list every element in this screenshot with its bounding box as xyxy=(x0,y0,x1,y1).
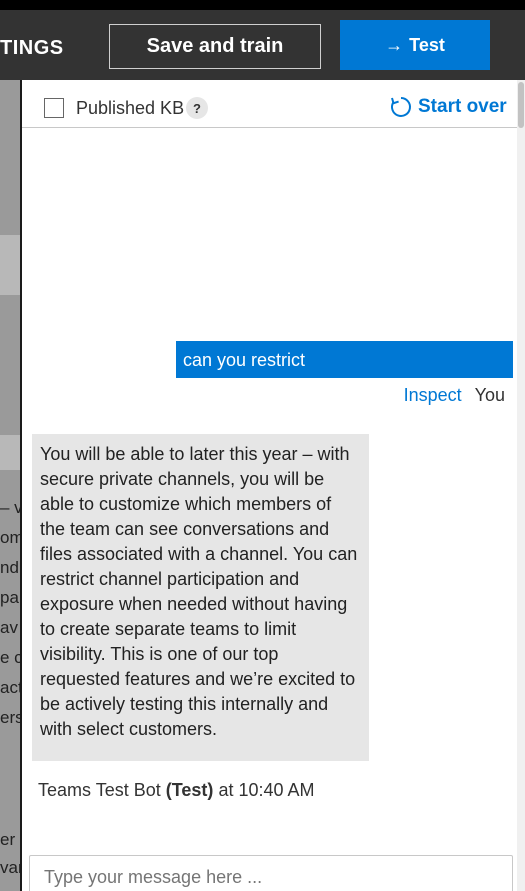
background-text: act xyxy=(0,678,22,697)
test-panel: Published KB ? Start over can you restri… xyxy=(20,80,525,891)
background-text: – v xyxy=(0,498,22,517)
published-kb-checkbox[interactable] xyxy=(44,98,64,118)
help-icon[interactable]: ? xyxy=(186,97,208,119)
tab-settings[interactable]: TINGS xyxy=(0,37,64,60)
user-name: You xyxy=(474,385,505,405)
test-panel-header: Published KB ? Start over xyxy=(22,80,525,128)
bot-tag: (Test) xyxy=(165,780,214,800)
background-band xyxy=(0,435,22,470)
background-text: nd xyxy=(0,558,19,577)
bot-message-meta: Teams Test Bot (Test) at 10:40 AM xyxy=(38,780,315,801)
background-text: av xyxy=(0,618,18,637)
background-text: e c xyxy=(0,648,22,667)
user-message-meta: Inspect You xyxy=(404,385,505,406)
inspect-link[interactable]: Inspect xyxy=(404,385,462,406)
background-text: er xyxy=(0,830,16,849)
save-and-train-button[interactable]: Save and train xyxy=(109,24,321,69)
published-kb-label: Published KB xyxy=(76,98,185,118)
start-over-label: Start over xyxy=(418,96,507,117)
test-button[interactable]: → Test xyxy=(340,20,490,70)
bot-name: Teams Test Bot xyxy=(38,780,161,800)
background-text: ers xyxy=(0,708,22,727)
background-text: om xyxy=(0,528,22,547)
start-over-button[interactable]: Start over xyxy=(390,96,507,118)
background-text: var xyxy=(0,858,22,877)
message-input[interactable] xyxy=(29,855,513,891)
user-message: can you restrict xyxy=(176,341,513,378)
scrollbar[interactable] xyxy=(517,80,525,891)
bot-time: at 10:40 AM xyxy=(218,780,315,800)
top-header: TINGS Save and train → Test xyxy=(0,0,525,80)
background-band xyxy=(0,235,22,295)
scrollbar-thumb[interactable] xyxy=(518,82,524,128)
background-text: pa xyxy=(0,588,19,607)
refresh-icon xyxy=(391,97,411,117)
bot-message: You will be able to later this year – wi… xyxy=(32,434,369,761)
arrow-right-icon: → xyxy=(385,34,404,55)
test-button-label: Test xyxy=(409,34,445,55)
window-strip xyxy=(0,0,525,10)
background-page: – v om nd pa av e c act ers er var xyxy=(0,80,22,891)
